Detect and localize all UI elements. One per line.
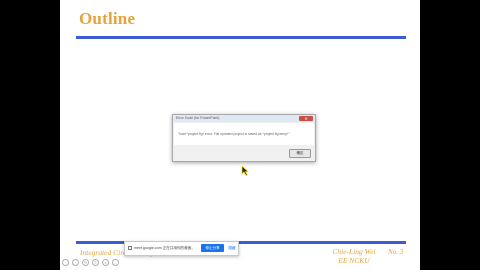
pen-icon[interactable]: ✎ (82, 259, 89, 266)
footer-author-dept: EE NCKU (338, 256, 370, 265)
footer-author-name: Chie-Ling Wei (332, 247, 376, 256)
hide-button[interactable]: 隱藏 (227, 244, 237, 252)
prev-icon[interactable]: ‹ (62, 259, 69, 266)
stop-sharing-button[interactable]: 停止分享 (201, 244, 224, 252)
menu-icon[interactable]: ≡ (92, 259, 99, 266)
error-dialog: Error Code (for PowerPoint) ✕ "load *pro… (172, 114, 316, 162)
dialog-body: "load *project.fig* error: File updated … (174, 123, 314, 145)
more-icon[interactable]: … (112, 259, 119, 266)
footer-author: Chie-Ling Wei EE NCKU (330, 247, 378, 265)
mouse-cursor-icon (241, 166, 249, 176)
dialog-title: Error Code (for PowerPoint) (176, 116, 220, 120)
screen-share-text: meet.google.com 正在共用你的畫面。 (134, 246, 195, 250)
screen-share-bar: meet.google.com 正在共用你的畫面。 停止分享 隱藏 (124, 241, 239, 256)
dialog-close-button[interactable]: ✕ (299, 116, 313, 121)
dialog-ok-button[interactable]: 確定 (289, 149, 311, 158)
footer-page-number: No. 3 (388, 248, 404, 256)
slide-title: Outline (79, 9, 136, 28)
dialog-message: "load *project.fig* error: File updated … (178, 132, 290, 136)
slide: Outline Error Code (for PowerPoint) ✕ "l… (60, 0, 420, 270)
zoom-icon[interactable]: ⌕ (102, 259, 109, 266)
screen-share-icon (128, 246, 132, 250)
dialog-titlebar: Error Code (for PowerPoint) ✕ (173, 115, 315, 122)
next-icon[interactable]: › (72, 259, 79, 266)
top-divider (76, 36, 406, 39)
slideshow-controls: ‹ › ✎ ≡ ⌕ … (62, 259, 119, 267)
